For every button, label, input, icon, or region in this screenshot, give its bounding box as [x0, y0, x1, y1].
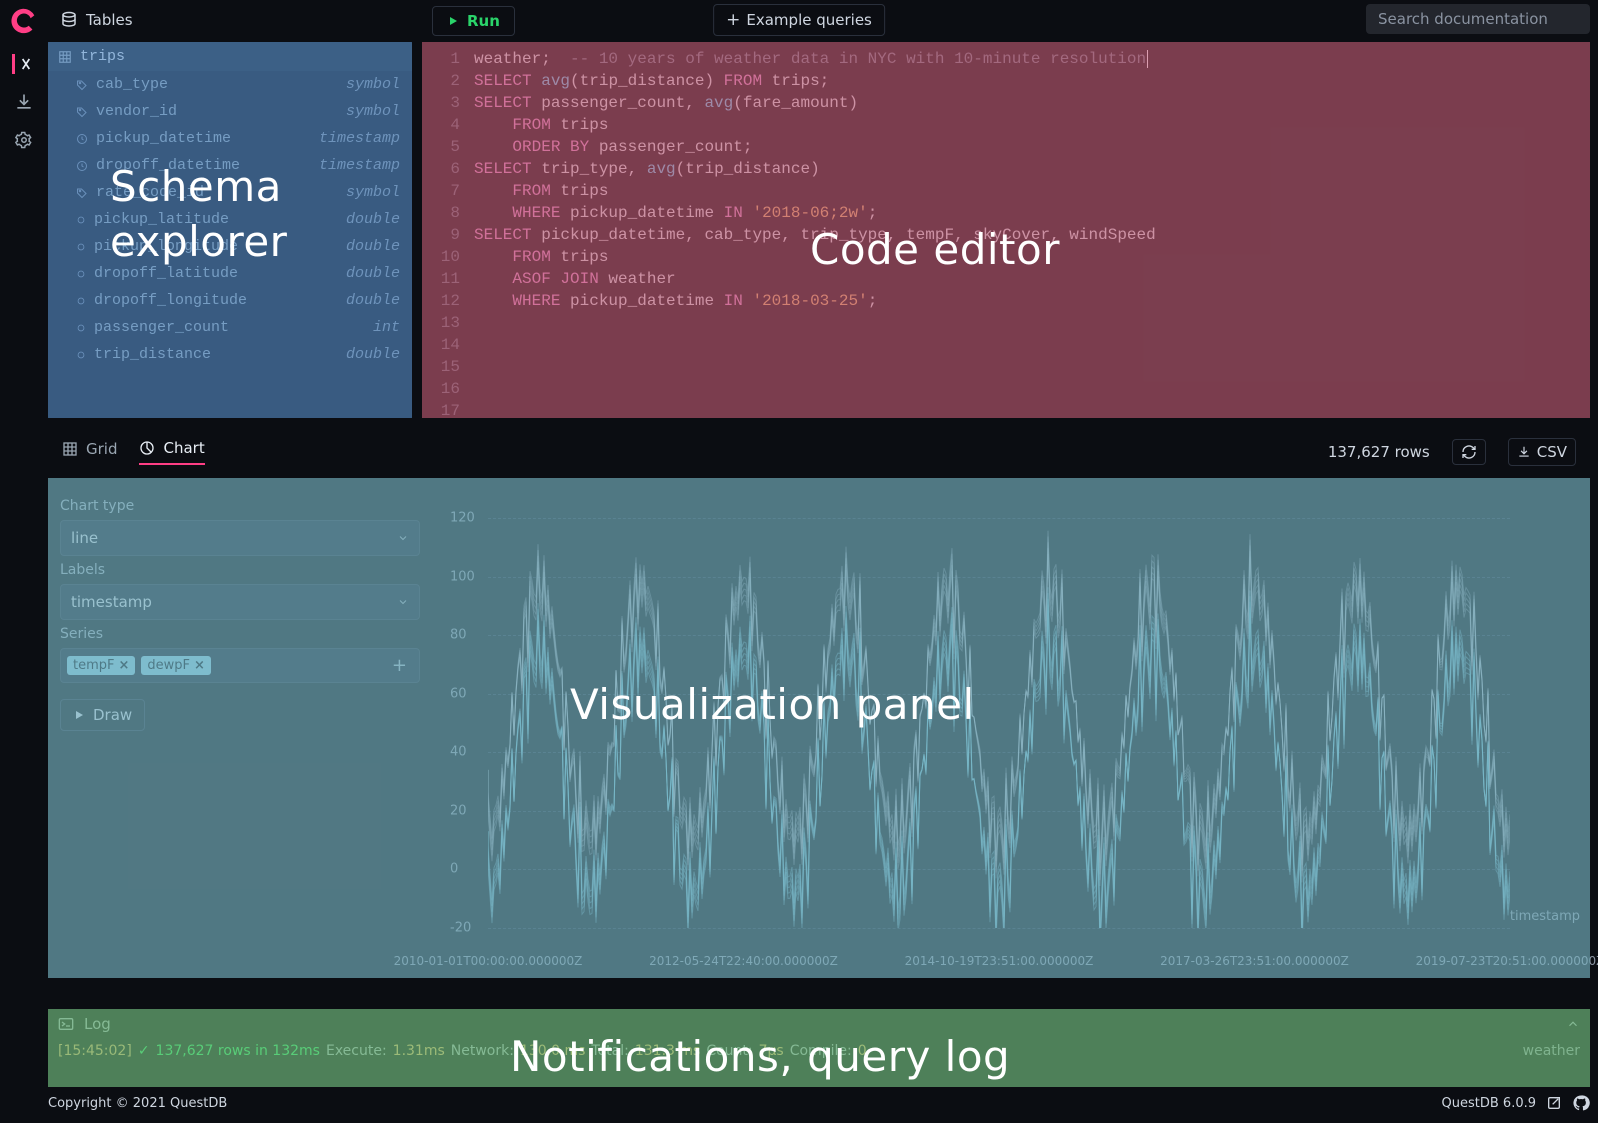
- y-tick: 100: [450, 569, 475, 584]
- import-rail-icon[interactable]: [14, 92, 34, 112]
- tables-button[interactable]: Tables: [48, 5, 145, 35]
- schema-column-row[interactable]: pickup_datetimetimestamp: [48, 125, 412, 152]
- log-net-val: 130.0 ms: [520, 1043, 585, 1059]
- github-icon[interactable]: [1572, 1094, 1590, 1112]
- footer-copyright: Copyright © 2021 QuestDB: [48, 1096, 227, 1111]
- schema-column-row[interactable]: cab_typesymbol: [48, 71, 412, 98]
- chart-tab-label: Chart: [163, 439, 204, 457]
- x-tick: 2019-07-23T20:51:00.000000Z: [1416, 954, 1598, 968]
- log-exec-val: 1.31ms: [393, 1043, 445, 1059]
- chart-tab[interactable]: Chart: [139, 439, 204, 465]
- schema-column-row[interactable]: vendor_idsymbol: [48, 98, 412, 125]
- log-entry: [15:45:02] ✓ 137,627 rows in 132ms Execu…: [48, 1039, 1590, 1063]
- chart-type-label: Chart type: [60, 498, 420, 514]
- series-label: Series: [60, 626, 420, 642]
- run-label: Run: [467, 12, 500, 30]
- refresh-button[interactable]: [1452, 439, 1486, 465]
- draw-label: Draw: [93, 706, 132, 724]
- play-icon: [73, 709, 85, 721]
- csv-export-button[interactable]: CSV: [1508, 438, 1576, 466]
- schema-explorer: trips cab_typesymbolvendor_idsymbolpicku…: [48, 42, 412, 418]
- row-count: 137,627 rows: [1328, 443, 1430, 461]
- y-tick: -20: [450, 921, 471, 936]
- schema-table-name: trips: [80, 48, 125, 65]
- tables-label: Tables: [86, 11, 133, 29]
- grid-tab[interactable]: Grid: [62, 440, 117, 464]
- schema-table-row[interactable]: trips: [48, 42, 412, 71]
- chevron-up-icon[interactable]: [1566, 1017, 1580, 1031]
- schema-column-row[interactable]: dropoff_datetimetimestamp: [48, 152, 412, 179]
- schema-column-row[interactable]: trip_distancedouble: [48, 341, 412, 368]
- add-series-button[interactable]: +: [386, 655, 413, 676]
- chart-type-select[interactable]: line: [60, 520, 420, 556]
- x-tick: 2017-03-26T23:51:00.000000Z: [1160, 954, 1349, 968]
- refresh-icon: [1461, 444, 1477, 460]
- y-tick: 20: [450, 803, 467, 818]
- schema-column-row[interactable]: pickup_latitudedouble: [48, 206, 412, 233]
- sql-editor[interactable]: 1234567891011121314151617 weather; -- 10…: [422, 42, 1590, 418]
- console-rail-icon[interactable]: [12, 54, 36, 74]
- schema-column-row[interactable]: passenger_countint: [48, 314, 412, 341]
- y-tick: 60: [450, 686, 467, 701]
- remove-chip-icon[interactable]: ×: [194, 658, 205, 673]
- labels-label: Labels: [60, 562, 420, 578]
- series-chips[interactable]: tempF× dewpF× +: [60, 648, 420, 683]
- csv-label: CSV: [1537, 443, 1567, 461]
- search-documentation-input[interactable]: Search documentation: [1366, 4, 1590, 34]
- x-tick: 2012-05-24T22:40:00.000000Z: [649, 954, 838, 968]
- schema-column-row[interactable]: dropoff_latitudedouble: [48, 260, 412, 287]
- run-button[interactable]: Run: [432, 6, 515, 36]
- remove-chip-icon[interactable]: ×: [119, 658, 130, 673]
- labels-value: timestamp: [71, 593, 152, 611]
- schema-column-row[interactable]: rate_code_idsymbol: [48, 179, 412, 206]
- chart-type-value: line: [71, 529, 98, 547]
- example-queries-button[interactable]: + Example queries: [713, 4, 885, 36]
- check-icon: ✓: [138, 1043, 150, 1059]
- schema-column-row[interactable]: pickup_longitudedouble: [48, 233, 412, 260]
- y-tick: 40: [450, 745, 467, 760]
- draw-button[interactable]: Draw: [60, 699, 145, 731]
- log-count-val: 7µs: [759, 1043, 784, 1059]
- log-count-label: Count:: [706, 1043, 752, 1059]
- y-tick: 0: [450, 862, 458, 877]
- x-tick: 2014-10-19T23:51:00.000000Z: [905, 954, 1094, 968]
- log-total-label: Total:: [591, 1043, 628, 1059]
- x-tick: 2010-01-01T00:00:00.000000Z: [394, 954, 583, 968]
- visualization-panel: Chart type line Labels timestamp Series …: [48, 478, 1590, 978]
- log-exec-label: Execute:: [326, 1043, 387, 1059]
- log-total-val: 131.3 ms: [635, 1043, 700, 1059]
- schema-column-row[interactable]: dropoff_longitudedouble: [48, 287, 412, 314]
- log-compile-label: Compile:: [790, 1043, 852, 1059]
- footer-version: QuestDB 6.0.9: [1442, 1096, 1536, 1111]
- chart-canvas: timestamp -200204060801001202010-01-01T0…: [428, 488, 1580, 968]
- chevron-down-icon: [397, 532, 409, 544]
- external-link-icon[interactable]: [1546, 1095, 1562, 1111]
- series-chip[interactable]: tempF×: [67, 656, 135, 675]
- log-net-label: Network:: [451, 1043, 514, 1059]
- table-icon: [58, 50, 72, 64]
- app-logo: [9, 6, 39, 36]
- log-timestamp: [15:45:02]: [58, 1043, 132, 1059]
- chart-icon: [139, 440, 155, 456]
- log-query: weather: [1523, 1043, 1580, 1059]
- chevron-down-icon: [397, 596, 409, 608]
- x-axis-label: timestamp: [1510, 909, 1580, 924]
- log-panel: Log [15:45:02] ✓ 137,627 rows in 132ms E…: [48, 1009, 1590, 1087]
- settings-rail-icon[interactable]: [14, 130, 34, 150]
- download-icon: [1517, 445, 1531, 459]
- log-rows: 137,627 rows in 132ms: [156, 1043, 320, 1059]
- y-tick: 120: [450, 511, 475, 526]
- grid-icon: [62, 441, 78, 457]
- series-chip[interactable]: dewpF×: [141, 656, 211, 675]
- log-compile-val: 0: [858, 1043, 867, 1059]
- terminal-icon: [58, 1016, 74, 1032]
- example-queries-label: Example queries: [746, 11, 871, 29]
- log-header: Log: [84, 1015, 111, 1033]
- y-tick: 80: [450, 628, 467, 643]
- labels-select[interactable]: timestamp: [60, 584, 420, 620]
- grid-tab-label: Grid: [86, 440, 117, 458]
